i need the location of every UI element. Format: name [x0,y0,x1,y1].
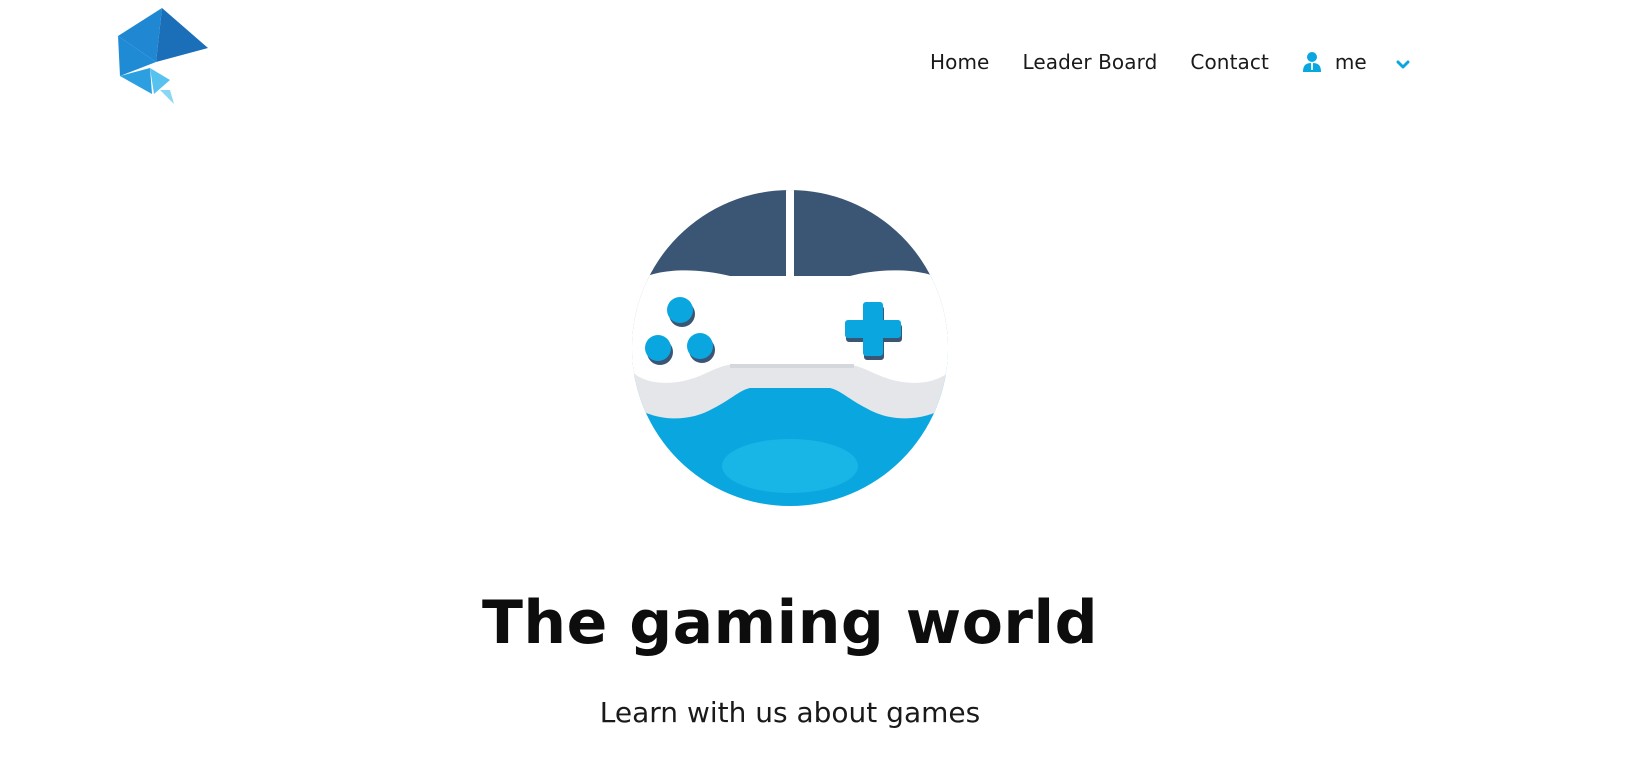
user-icon [1302,51,1322,73]
chevron-down-icon [1395,56,1411,69]
user-menu-label: me [1334,50,1367,74]
nav-home-link[interactable]: Home [930,50,989,74]
hero-subtitle: Learn with us about games [599,696,981,729]
landing-page: Home Leader Board Contact me The gaming … [0,0,1645,760]
nav-leaderboard-link[interactable]: Leader Board [1022,50,1157,74]
polygon-logo-icon[interactable] [114,4,210,108]
nav-contact-link[interactable]: Contact [1190,50,1269,74]
user-menu-dropdown[interactable]: me [1302,50,1411,74]
gamepad-icon [630,188,950,508]
main-nav: Home Leader Board Contact me [930,44,1411,80]
hero-title: The gaming world [481,588,1099,658]
